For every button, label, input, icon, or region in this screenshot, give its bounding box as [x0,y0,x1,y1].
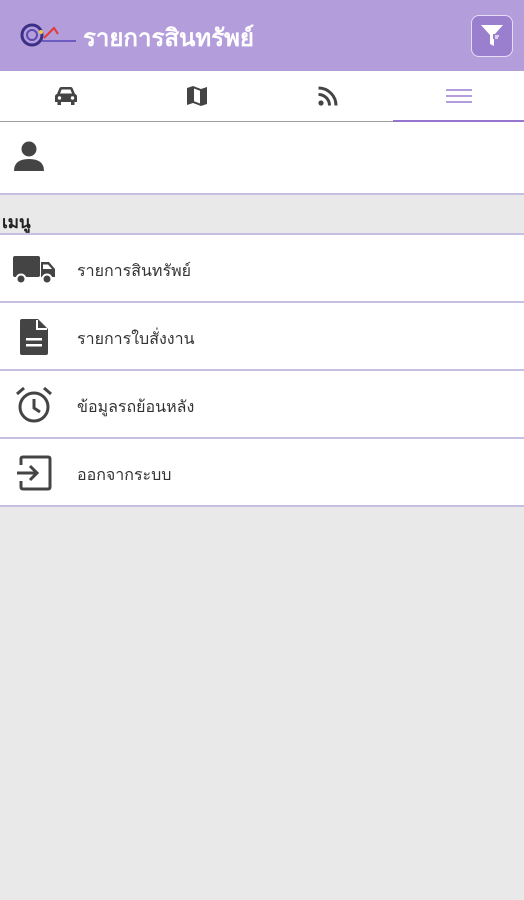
menu-item-assets[interactable]: รายการสินทรัพย์ [0,235,524,303]
menu-item-label: รายการสินทรัพย์ [77,261,191,280]
menu-item-history[interactable]: ข้อมูลรถย้อนหลัง [0,371,524,439]
company-logo-icon [20,20,78,50]
menu-item-label: ออกจากระบบ [77,465,172,484]
tab-vehicles[interactable] [0,71,131,121]
menu-list: รายการสินทรัพย์ รายการใบสั่งงาน ข้อมูลรถ… [0,233,524,507]
filter-icon [481,25,503,46]
filter-button[interactable] [471,15,513,57]
tab-feed[interactable] [262,71,393,121]
person-icon [11,138,47,174]
menu-item-logout[interactable]: ออกจากระบบ [0,439,524,507]
rss-feed-icon [317,86,337,106]
map-icon [186,86,207,106]
truck-icon [12,249,56,289]
alarm-clock-icon [12,385,56,425]
menu-icon [445,89,472,103]
document-icon [12,317,56,357]
page-title: รายการสินทรัพย์ [83,24,254,52]
tab-map[interactable] [131,71,262,121]
menu-item-label: ข้อมูลรถย้อนหลัง [77,397,195,416]
logout-icon [12,453,56,493]
tab-bar [0,71,524,122]
menu-item-label: รายการใบสั่งงาน [77,329,195,348]
menu-item-work-orders[interactable]: รายการใบสั่งงาน [0,303,524,371]
user-profile-row[interactable] [0,122,524,195]
app-screen: รายการสินทรัพย์ เมนู รายการสินทรัพย์ ราย… [0,0,524,900]
car-icon [54,87,77,105]
menu-section-label: เมนู [2,213,31,233]
app-header: รายการสินทรัพย์ [0,0,524,71]
tab-menu[interactable] [393,71,524,122]
